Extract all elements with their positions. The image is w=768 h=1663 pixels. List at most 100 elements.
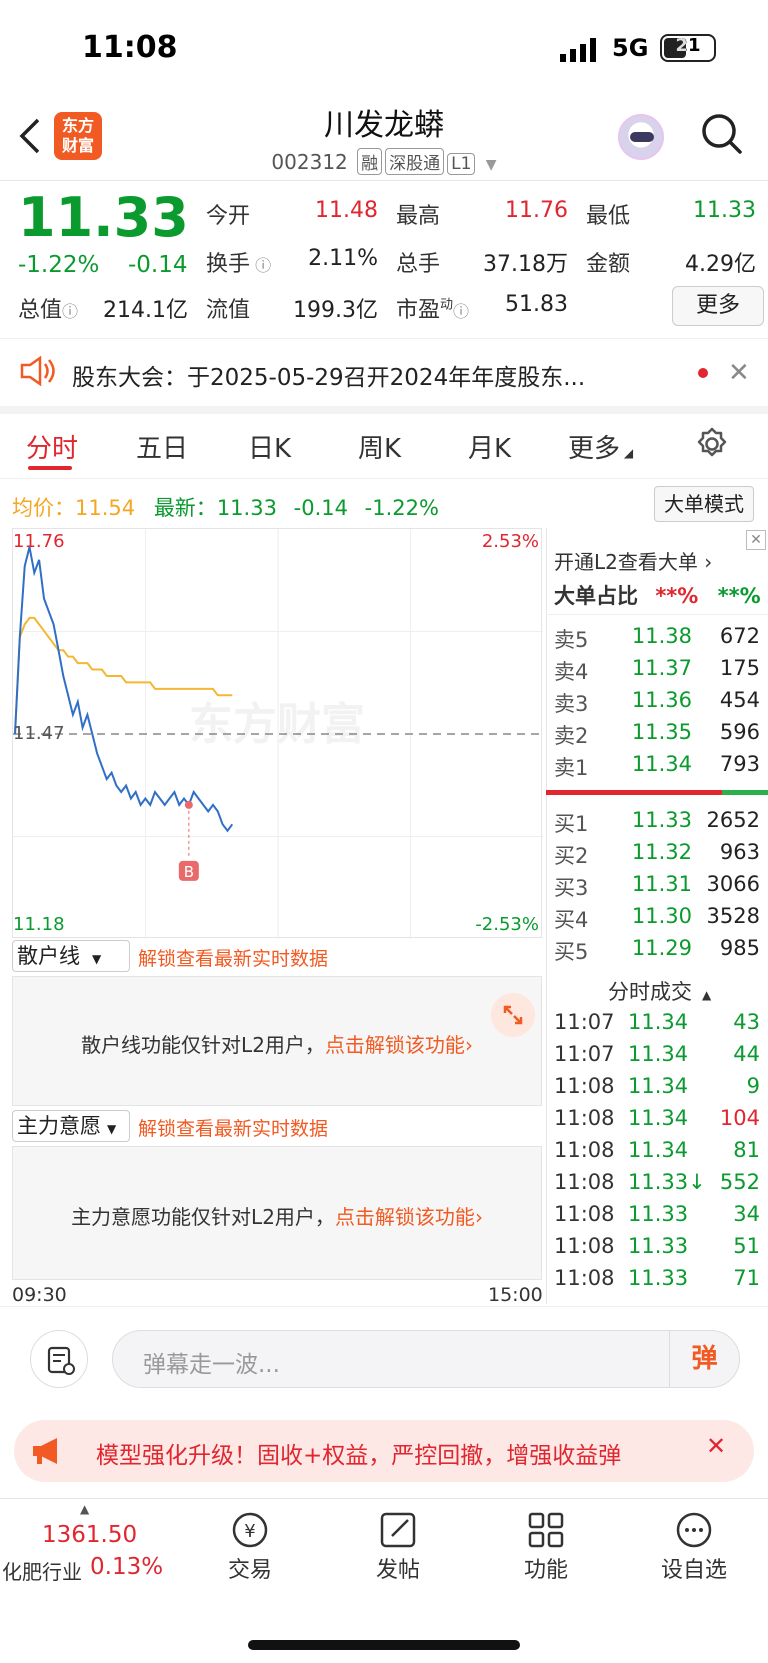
main-force-header: 主力意愿 ▼ 解锁查看最新实时数据 (12, 1110, 542, 1144)
more-dots-icon (624, 1508, 764, 1552)
search-icon[interactable] (700, 112, 744, 160)
danmu-button[interactable]: 弹 (669, 1331, 739, 1387)
mktcap-value: 214.1亿 (103, 298, 188, 323)
l2-upsell-link[interactable]: 开通L2查看大单 › (554, 546, 712, 575)
ticks-title[interactable]: 分时成交 ▲ (608, 976, 711, 1006)
banner-text: 模型强化升级！固收+权益，严控回撤，增强收益弹 (96, 1443, 622, 1469)
network-label: 5G (612, 34, 649, 62)
ask-row: 卖5 11.38 672 (554, 624, 760, 656)
status-time: 11:08 (82, 30, 178, 65)
speaker-icon (18, 355, 56, 390)
high-value: 11.76 (505, 198, 568, 223)
level-price: 11.35 (631, 720, 692, 744)
danmu-input[interactable]: 弹幕走一波... 弹 (112, 1330, 740, 1388)
level-volume: 985 (719, 936, 760, 960)
tab-more[interactable]: 更多 ◢ (568, 428, 633, 465)
tick-time: 11:08 (554, 1266, 615, 1290)
notes-icon[interactable] (30, 1330, 88, 1388)
tick-row: 11:08 11.33↓ 552 (554, 1170, 760, 1202)
nav-trade[interactable]: ¥ 交易 (180, 1508, 320, 1584)
tick-volume: 9 (746, 1074, 760, 1098)
tick-price: 11.33 (628, 1266, 689, 1290)
tick-time: 11:08 (554, 1170, 615, 1194)
level-label: 卖5 (554, 628, 589, 652)
volume-value: 37.18万 (483, 252, 568, 277)
close-icon[interactable]: ✕ (706, 1432, 726, 1460)
low-label: 最低 (586, 204, 631, 229)
main-force-unlock-link[interactable]: 解锁查看最新实时数据 (138, 1114, 328, 1141)
grid-icon (476, 1508, 616, 1552)
retail-unlock-link[interactable]: 解锁查看最新实时数据 (138, 944, 328, 971)
promo-banner[interactable]: 模型强化升级！固收+权益，严控回撤，增强收益弹 ✕ (14, 1420, 754, 1482)
level-volume: 3528 (706, 904, 760, 928)
level-volume: 175 (719, 656, 760, 680)
main-force-unlock-action[interactable]: 点击解锁该功能 (335, 1205, 475, 1229)
quote-divider (0, 338, 768, 339)
level-label: 买5 (554, 940, 589, 964)
change-percent: -1.22% (18, 252, 100, 278)
caret-icon: ◢ (620, 446, 634, 460)
main-force-select[interactable]: 主力意愿 ▼ (12, 1110, 130, 1142)
open-value: 11.48 (315, 198, 378, 223)
nav-post[interactable]: 发帖 (328, 1508, 468, 1584)
nav-add-watchlist[interactable]: 设自选 (624, 1508, 764, 1584)
tab-weekly-k[interactable]: 周K (358, 428, 401, 465)
robot-avatar[interactable] (618, 114, 664, 160)
tab-five-day[interactable]: 五日 (136, 428, 188, 465)
chevron-right-icon: › (474, 1205, 483, 1229)
info-icon: ⓘ (250, 256, 272, 275)
level-price: 11.32 (631, 840, 692, 864)
tick-volume: 552 (719, 1170, 760, 1194)
latest-pct: -1.22% (364, 496, 439, 520)
bid-list: 买1 11.33 2652 买2 11.32 963 买3 11.31 3066 买4 11.30 3… (554, 808, 760, 968)
tab-monthly-k[interactable]: 月K (468, 428, 511, 465)
close-icon[interactable]: ✕ (746, 530, 766, 550)
level-volume: 454 (719, 688, 760, 712)
battery-icon: 21 (660, 34, 716, 62)
pct-min-label: -2.53% (475, 914, 539, 935)
close-icon[interactable]: ✕ (728, 358, 750, 388)
tab-daily-k[interactable]: 日K (248, 428, 291, 465)
nav-functions[interactable]: 功能 (476, 1508, 616, 1584)
chevron-down-icon: ▼ (92, 952, 102, 966)
avg-value: 11.54 (75, 496, 136, 520)
expand-icon[interactable] (491, 993, 535, 1037)
intraday-chart[interactable]: 东方财富 B 11.76 2.53% 11.47 11.18 -2.53% (12, 528, 543, 939)
notice-text[interactable]: 股东大会：于2025-05-29召开2024年年度股东... (72, 358, 585, 392)
tick-price: 11.34 (628, 1042, 689, 1066)
open-label: 今开 (206, 204, 251, 229)
tick-price: 11.34 (628, 1138, 689, 1162)
amount-value: 4.29亿 (685, 252, 756, 277)
prev-close-label: 11.47 (13, 723, 65, 744)
level-volume: 2652 (706, 808, 760, 832)
trade-icon: ¥ (180, 1508, 320, 1552)
big-order-mode-button[interactable]: 大单模式 (654, 486, 754, 522)
ask-row: 卖3 11.36 454 (554, 688, 760, 720)
tick-volume: 51 (733, 1234, 760, 1258)
bottom-divider (0, 1306, 768, 1307)
tick-price: 11.34 (628, 1074, 689, 1098)
level-price: 11.34 (631, 752, 692, 776)
notice-dot (698, 368, 708, 378)
latest-label: 最新： (153, 496, 217, 520)
intraday-chart-svg: 东方财富 B (13, 529, 543, 939)
settings-icon[interactable] (694, 426, 730, 466)
industry-index[interactable]: ▲ 1361.50 化肥行业 0.13% (0, 1498, 176, 1590)
tab-intraday[interactable]: 分时 (26, 428, 78, 465)
level-volume: 3066 (706, 872, 760, 896)
ratio-red: **% (655, 584, 699, 608)
pct-max-label: 2.53% (481, 531, 539, 552)
caret-up-icon: ▲ (80, 1502, 90, 1516)
y-min-label: 11.18 (13, 914, 65, 935)
ask-strength-bar (546, 790, 722, 795)
retail-unlock-action[interactable]: 点击解锁该功能 (325, 1033, 465, 1057)
retail-line-select[interactable]: 散户线 ▼ (12, 940, 130, 972)
tick-time: 11:08 (554, 1138, 615, 1162)
right-panel-divider (546, 528, 547, 1304)
more-button[interactable]: 更多 (672, 286, 764, 326)
buy-marker-label: B (184, 863, 194, 881)
level-label: 买1 (554, 812, 589, 836)
tick-list: 11:07 11.34 43 11:07 11.34 44 11:08 11.34 9 11:08… (554, 1010, 760, 1298)
index-value: 1361.50 (42, 1522, 138, 1548)
chart-info-line: 均价：11.54 最新：11.33 -0.14 -1.22% (12, 492, 439, 522)
